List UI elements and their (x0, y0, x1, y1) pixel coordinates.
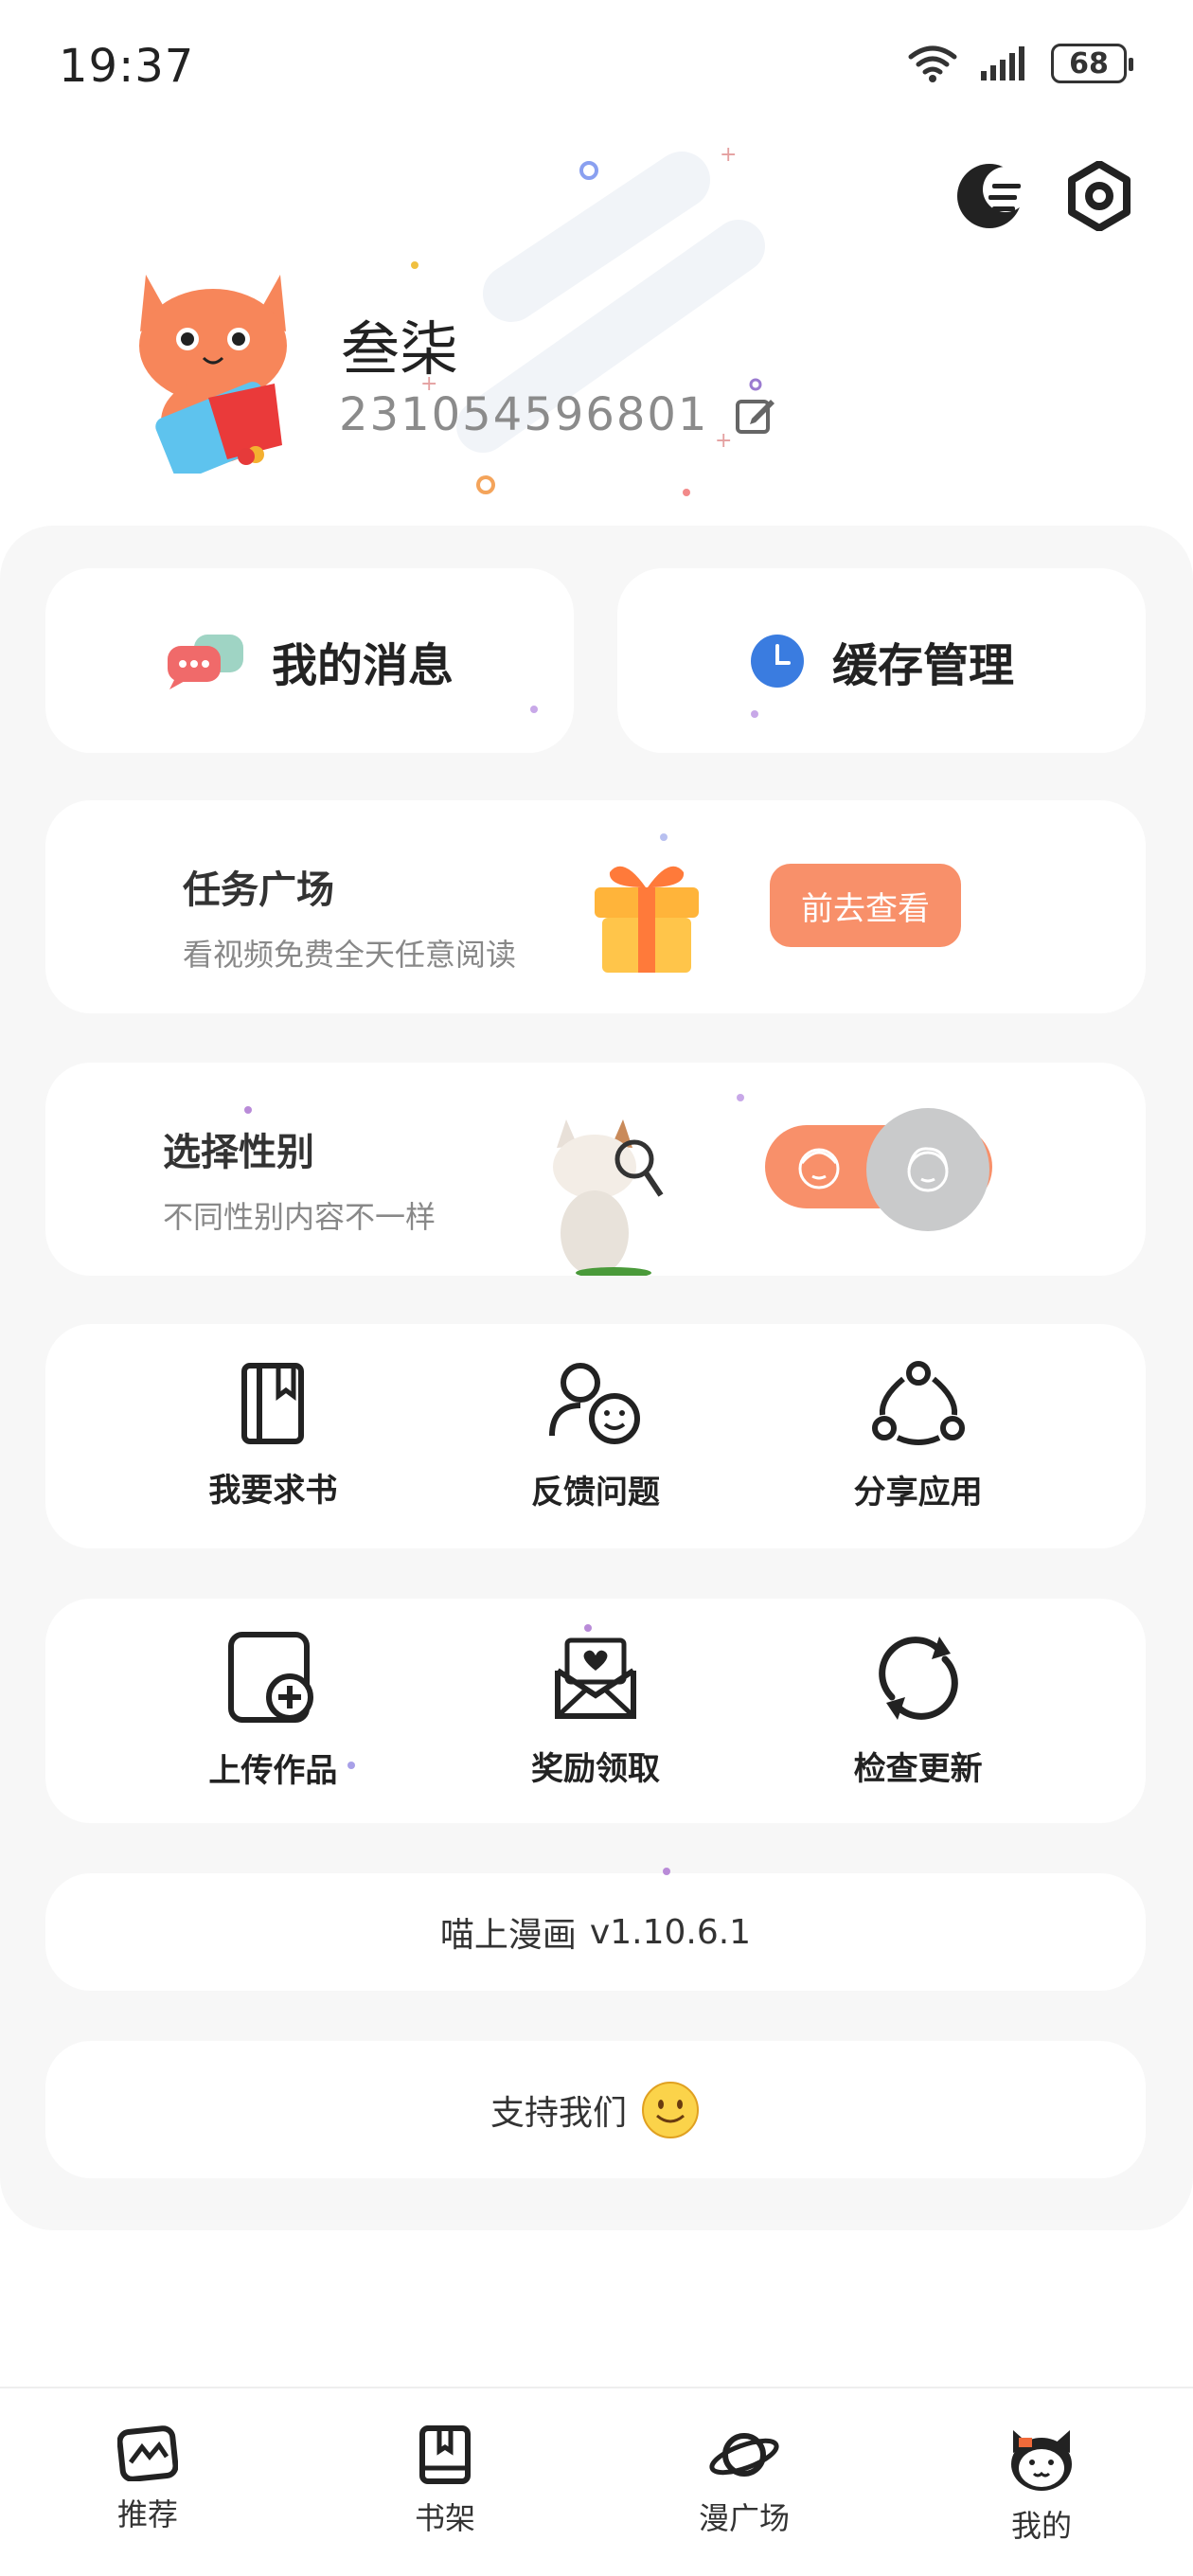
tab-recommend-label: 推荐 (116, 2496, 178, 2532)
battery-level: 68 (1069, 46, 1109, 80)
tab-mine-label: 我的 (1010, 2508, 1072, 2544)
male-face-icon (798, 1148, 840, 1190)
check-update-label: 检查更新 (853, 1750, 983, 1788)
battery-indicator: 68 (1051, 44, 1133, 83)
task-subtitle: 看视频免费全天任意阅读 (183, 937, 517, 973)
decor-dot (347, 1762, 355, 1769)
support-card[interactable]: 支持我们 (45, 2041, 1146, 2178)
recommend-icon (117, 2425, 178, 2481)
cat-face-icon (1011, 2430, 1072, 2491)
user-id-row: 231054596801 (339, 388, 776, 441)
status-time: 19:37 (59, 40, 195, 93)
settings-button[interactable] (1064, 161, 1134, 231)
tab-recommend[interactable]: 推荐 (62, 2424, 233, 2534)
decor-dot (660, 833, 668, 841)
version-card: 喵上漫画 v1.10.6.1 (45, 1873, 1146, 1991)
cache-label: 缓存管理 (831, 638, 1014, 692)
edit-icon[interactable] (735, 394, 776, 436)
messages-card[interactable]: 我的消息 (45, 568, 574, 753)
decor-dot (244, 1106, 252, 1114)
gender-title: 选择性别 (163, 1131, 314, 1174)
messages-label: 我的消息 (271, 638, 454, 692)
username[interactable]: 叁柒 (341, 301, 458, 386)
tab-mine[interactable]: 我的 (956, 2424, 1127, 2546)
tab-bookshelf-label: 书架 (414, 2500, 475, 2536)
cat-detective-icon (553, 1119, 664, 1276)
heart-mail-icon (554, 1637, 636, 1719)
view-task-button[interactable]: 前去查看 (770, 864, 961, 947)
upload-document-icon (228, 1632, 314, 1723)
tools-grid-1: 我要求书 反馈问题 分享应用 (45, 1324, 1146, 1548)
tab-comic-plaza-label: 漫广场 (698, 2500, 790, 2536)
share-app-label: 分享应用 (853, 1474, 983, 1512)
wifi-icon (908, 45, 957, 82)
share-icon (871, 1361, 965, 1445)
app-version: v1.10.6.1 (589, 1912, 752, 1952)
decor-dot (530, 706, 538, 713)
task-card[interactable]: 任务广场 看视频免费全天任意阅读 (45, 800, 1146, 1013)
tab-bookshelf[interactable]: 书架 (360, 2424, 530, 2538)
status-icons: 68 (907, 44, 1133, 83)
book-icon (241, 1363, 305, 1444)
tab-comic-plaza[interactable]: 漫广场 (659, 2424, 829, 2538)
gender-subtitle: 不同性别内容不一样 (163, 1199, 436, 1235)
user-smile-icon (548, 1363, 640, 1444)
gear-icon (1068, 161, 1131, 231)
avatar[interactable] (133, 256, 303, 480)
female-knob[interactable] (866, 1108, 989, 1231)
check-update-button[interactable]: 检查更新 (805, 1633, 1032, 1789)
bookshelf-icon (419, 2425, 471, 2484)
clock-icon (750, 634, 804, 688)
user-id: 231054596801 (339, 388, 709, 441)
header-decoration: + + + (411, 143, 765, 496)
gift-icon (595, 866, 699, 973)
smiley-icon (642, 2081, 699, 2138)
claim-reward-button[interactable]: 奖励领取 (482, 1633, 709, 1789)
cat-avatar-icon (139, 275, 287, 480)
female-face-icon (907, 1147, 949, 1192)
decor-dot (737, 1094, 744, 1101)
task-title: 任务广场 (183, 868, 334, 912)
refresh-icon (878, 1637, 958, 1720)
support-label: 支持我们 (490, 2093, 627, 2133)
svg-text:+: + (720, 143, 737, 167)
decor-dot (663, 1868, 670, 1875)
request-book-button[interactable]: 我要求书 (159, 1362, 386, 1511)
decor-dot (584, 1624, 592, 1632)
upload-work-label: 上传作品 (208, 1752, 338, 1790)
share-app-button[interactable]: 分享应用 (805, 1360, 1032, 1512)
night-mode-button[interactable] (954, 161, 1024, 231)
app-name: 喵上漫画 (439, 1916, 577, 1955)
claim-reward-label: 奖励领取 (530, 1750, 660, 1788)
tools-grid-2: 上传作品 奖励领取 检查更新 (45, 1599, 1146, 1823)
feedback-label: 反馈问题 (530, 1474, 660, 1512)
request-book-label: 我要求书 (208, 1472, 338, 1510)
decor-dot (751, 710, 758, 718)
moon-icon (957, 164, 1024, 228)
cache-card[interactable]: 缓存管理 (617, 568, 1146, 753)
feedback-button[interactable]: 反馈问题 (482, 1360, 709, 1512)
chat-bubbles-icon (167, 634, 243, 689)
signal-icon (981, 46, 1024, 80)
planet-icon (709, 2433, 779, 2477)
